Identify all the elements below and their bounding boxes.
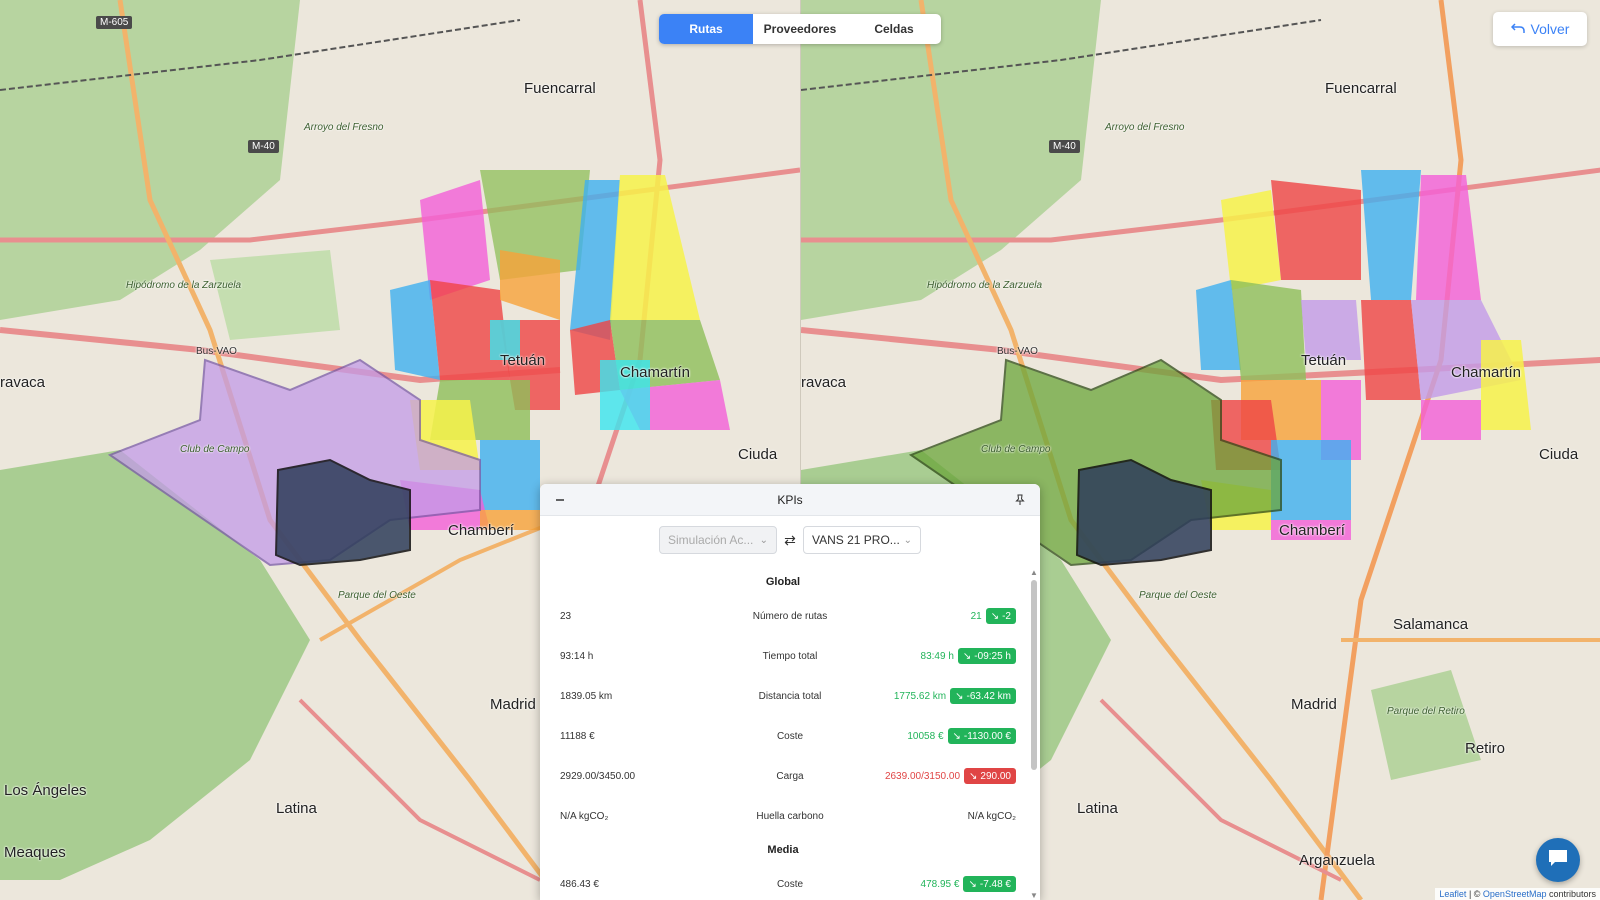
view-tabs: Rutas Proveedores Celdas bbox=[659, 14, 941, 44]
leaflet-link[interactable]: Leaflet bbox=[1439, 889, 1466, 899]
tab-proveedores[interactable]: Proveedores bbox=[753, 14, 847, 44]
minimize-icon[interactable] bbox=[552, 492, 568, 508]
kpi-compare-value: 478.95 € bbox=[920, 878, 960, 890]
kpi-row-tiempo-total: 93:14 h Tiempo total 83:49 h ↘ -09:25 h bbox=[540, 636, 1026, 676]
kpi-compare: 21 ↘ -2 bbox=[860, 608, 1016, 624]
kpi-label: Carga bbox=[776, 770, 804, 782]
kpi-table[interactable]: Global 23 Número de rutas 21 ↘ -2 93:14 h… bbox=[540, 568, 1026, 900]
chat-button[interactable] bbox=[1536, 838, 1580, 882]
compare-scenario-value: VANS 21 PRO... bbox=[812, 533, 900, 547]
kpi-compare-value: 2639.00/3150.00 bbox=[884, 770, 961, 782]
delta-badge: ↘ 290.00 bbox=[964, 768, 1016, 784]
back-button[interactable]: Volver bbox=[1493, 12, 1587, 46]
kpi-base-value: 486.43 € bbox=[560, 878, 599, 890]
kpi-row-coste: 11188 € Coste 10058 € ↘ -1130.00 € bbox=[540, 716, 1026, 756]
delta-value: -09:25 h bbox=[974, 650, 1011, 662]
scroll-up-icon[interactable]: ▲ bbox=[1030, 568, 1038, 577]
trend-down-icon: ↘ bbox=[955, 690, 964, 702]
kpi-base-value: N/A kgCO₂ bbox=[560, 810, 609, 822]
kpi-label: Huella carbono bbox=[756, 810, 824, 822]
trend-down-icon: ↘ bbox=[990, 610, 1000, 622]
chevron-down-icon: ⌄ bbox=[759, 534, 768, 546]
kpi-label: Número de rutas bbox=[752, 610, 828, 622]
delta-value: 290.00 bbox=[980, 770, 1011, 782]
kpi-row-huella-carbono: N/A kgCO₂ Huella carbono N/A kgCO₂ bbox=[540, 796, 1026, 836]
swap-icon[interactable]: ⇄ bbox=[781, 532, 799, 549]
base-scenario-select[interactable]: Simulación Ac... ⌄ bbox=[659, 526, 777, 554]
trend-down-icon: ↘ bbox=[968, 878, 977, 890]
trend-down-icon: ↘ bbox=[969, 770, 978, 782]
section-title-global: Global bbox=[765, 576, 801, 588]
kpi-scrollbar[interactable]: ▲ ▼ bbox=[1030, 568, 1038, 900]
tab-rutas[interactable]: Rutas bbox=[659, 14, 753, 44]
chat-icon bbox=[1547, 848, 1569, 873]
section-title-media: Media bbox=[767, 844, 799, 856]
kpi-base-value: 93:14 h bbox=[560, 650, 594, 662]
road-shield-m605: M-605 bbox=[96, 16, 133, 29]
chevron-down-icon: ⌄ bbox=[903, 534, 912, 546]
kpi-row-num-rutas: 23 Número de rutas 21 ↘ -2 bbox=[540, 596, 1026, 636]
delta-value: -2 bbox=[1002, 610, 1011, 622]
delta-value: -7.48 € bbox=[979, 878, 1011, 890]
kpi-compare-value: 21 bbox=[970, 610, 982, 622]
delta-badge: ↘ -2 bbox=[985, 608, 1016, 624]
kpi-compare-value: N/A kgCO₂ bbox=[967, 810, 1016, 822]
kpi-compare: 1775.62 km ↘ -63.42 km bbox=[860, 688, 1016, 704]
delta-value: -1130.00 € bbox=[963, 730, 1011, 742]
attribution-sep: | © bbox=[1466, 889, 1483, 899]
tab-celdas[interactable]: Celdas bbox=[847, 14, 941, 44]
base-scenario-value: Simulación Ac... bbox=[668, 533, 754, 547]
undo-icon bbox=[1510, 21, 1525, 38]
kpi-base-value: 1839.05 km bbox=[560, 690, 613, 702]
trend-down-icon: ↘ bbox=[962, 650, 972, 662]
scroll-down-icon[interactable]: ▼ bbox=[1030, 891, 1038, 900]
kpi-compare: 83:49 h ↘ -09:25 h bbox=[860, 648, 1016, 664]
road-shield-m40: M-40 bbox=[248, 140, 279, 153]
delta-badge: ↘ -1130.00 € bbox=[947, 728, 1016, 744]
kpi-row-carga: 2929.00/3450.00 Carga 2639.00/3150.00 ↘ 2… bbox=[540, 756, 1026, 796]
map-attribution: Leaflet | © OpenStreetMap contributors bbox=[1435, 888, 1600, 900]
kpi-compare: 478.95 € ↘ -7.48 € bbox=[860, 876, 1016, 892]
kpi-label: Coste bbox=[776, 730, 804, 742]
kpi-base-value: 11188 € bbox=[560, 730, 595, 742]
scenario-selectors: Simulación Ac... ⌄ ⇄ VANS 21 PRO... ⌄ bbox=[540, 526, 1040, 554]
kpi-compare-value: 1775.62 km bbox=[893, 690, 947, 702]
delta-badge: ↘ -7.48 € bbox=[963, 876, 1016, 892]
kpi-compare-value: 83:49 h bbox=[920, 650, 954, 662]
kpi-compare-value: 10058 € bbox=[907, 730, 944, 742]
kpi-panel: KPIs Simulación Ac... ⌄ ⇄ VANS 21 PRO...… bbox=[540, 484, 1040, 900]
kpi-panel-title: KPIs bbox=[777, 492, 803, 507]
compare-scenario-select[interactable]: VANS 21 PRO... ⌄ bbox=[803, 526, 921, 554]
back-button-label: Volver bbox=[1530, 21, 1570, 37]
delta-value: -63.42 km bbox=[966, 690, 1011, 702]
delta-badge: ↘ -63.42 km bbox=[950, 688, 1016, 704]
scroll-thumb[interactable] bbox=[1031, 580, 1037, 770]
kpi-label: Coste bbox=[776, 878, 804, 890]
kpi-compare: 2639.00/3150.00 ↘ 290.00 bbox=[860, 768, 1016, 784]
kpi-panel-header: KPIs bbox=[540, 484, 1040, 516]
kpi-compare: 10058 € ↘ -1130.00 € bbox=[860, 728, 1016, 744]
road-shield-m40: M-40 bbox=[1049, 140, 1080, 153]
trend-down-icon: ↘ bbox=[952, 730, 961, 742]
osm-link[interactable]: OpenStreetMap bbox=[1483, 889, 1547, 899]
kpi-base-value: 2929.00/3450.00 bbox=[560, 770, 636, 782]
delta-badge: ↘ -09:25 h bbox=[957, 648, 1016, 664]
pin-icon[interactable] bbox=[1012, 492, 1028, 508]
kpi-row-distancia-total: 1839.05 km Distancia total 1775.62 km ↘ -… bbox=[540, 676, 1026, 716]
kpi-row-media-coste: 486.43 € Coste 478.95 € ↘ -7.48 € bbox=[540, 864, 1026, 900]
kpi-label: Tiempo total bbox=[762, 650, 818, 662]
kpi-compare: N/A kgCO₂ bbox=[860, 811, 1016, 822]
kpi-label: Distancia total bbox=[758, 690, 822, 702]
kpi-base-value: 23 bbox=[560, 610, 572, 622]
attribution-suffix: contributors bbox=[1546, 889, 1596, 899]
